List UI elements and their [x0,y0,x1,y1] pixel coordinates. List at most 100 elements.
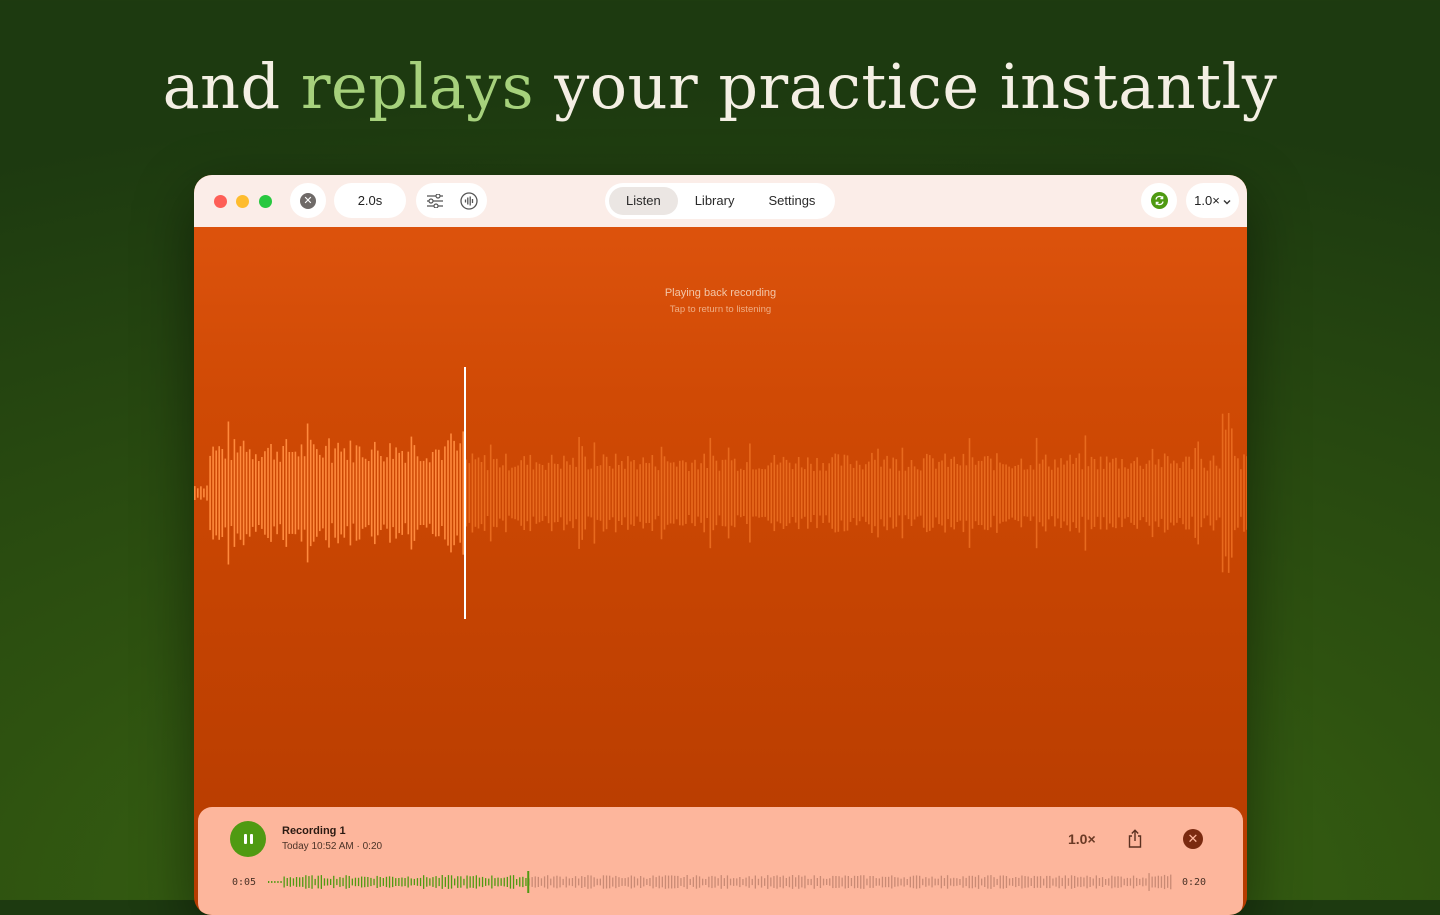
waveform-bar [248,449,251,537]
waveform-bar [605,456,608,530]
scrubber-bar [1160,876,1163,888]
waveform-bar [407,451,410,535]
waveform-bar [581,446,583,540]
scrubber-bar [447,875,450,889]
waveform-circle-icon[interactable] [459,191,478,210]
scrubber-bar [822,878,825,886]
waveform-bar [691,462,693,524]
scrubber-bar [1123,878,1125,886]
scrubber-bar [395,878,397,886]
scrubber-bar [624,878,626,886]
share-button[interactable] [1127,829,1143,854]
waveform-bar [1081,469,1084,517]
scrubber-bar [1074,875,1076,888]
loop-button[interactable] [1141,183,1177,218]
waveform-bar [962,453,965,533]
waveform-bar [316,449,318,537]
minimize-window-button[interactable] [236,195,249,208]
waveform-bar [956,464,959,522]
scrubber-bar [398,878,400,886]
scrubber-bar [919,875,921,889]
waveform-bar [468,463,471,523]
waveform-bar [1109,462,1111,524]
scrubber-bar [971,875,973,889]
waveform-bar [380,456,382,530]
scrubber-bar [677,875,679,888]
scrubber-bar [782,875,784,889]
tools-group [416,183,487,218]
waveform-bar [733,458,736,528]
close-player-button[interactable]: ✕ [1183,829,1203,849]
waveform-bar [462,431,464,555]
waveform-bar [200,486,202,500]
waveform-bar [794,463,797,523]
scrubber-bar [469,876,471,888]
waveform-bar [569,464,571,522]
scrubber-bar [931,876,933,888]
scrubber-bar [1163,874,1166,890]
waveform-bar [1237,458,1239,528]
waveform-bar [682,460,684,526]
waveform-bar [868,461,870,525]
player-speed-button[interactable]: 1.0× [1068,831,1096,847]
playback-status[interactable]: Playing back recording Tap to return to … [194,287,1247,315]
waveform-bar [651,455,654,531]
scrubber-bar [940,875,942,889]
clear-button[interactable]: ✕ [290,183,326,218]
scrubber-bar [1101,877,1104,887]
waveform-bar [1243,454,1245,532]
waveform-bar [1002,464,1004,522]
scrubber-bar [1114,876,1116,888]
waveform-bar [971,457,974,529]
scrubber-bar [745,877,747,887]
waveform-bar [255,454,257,532]
headline-end: your practice instantly [534,50,1278,123]
scrubber-waveform[interactable] [268,871,1173,893]
close-window-button[interactable] [214,195,227,208]
scrubber-bar [798,875,800,889]
speed-dropdown[interactable]: 1.0× [1186,183,1239,218]
scrubber-bar [717,878,719,886]
waveform-bar [282,446,284,540]
app-window: ✕ 2.0s Listen Library Settings 1.0× Play… [194,175,1247,915]
playhead[interactable] [464,367,466,619]
scrubber-bar [903,877,905,887]
waveform-bar [977,460,980,525]
tab-library[interactable]: Library [678,187,752,215]
waveform-bar [1026,469,1029,517]
scrubber-bar [1064,875,1066,889]
waveform-bar [358,446,361,540]
scrubber-bar [937,878,939,886]
pause-button[interactable] [230,821,266,857]
scrubber-bar [915,875,918,889]
waveform-bar [1035,437,1038,549]
scrubber-bar [410,878,412,886]
waveform-bar [1227,413,1230,573]
waveform-bar [1215,465,1218,521]
waveform-bar [642,457,644,529]
waveform-bar [331,462,333,524]
sliders-icon[interactable] [426,193,444,208]
scrubber-bar [847,876,849,888]
scrubber-bar [426,877,428,887]
waveform-bar [297,456,300,530]
scrubber-bar [512,875,515,889]
scrubber-bar [450,875,453,889]
scrubber-bar [351,878,353,886]
scrubber-handle[interactable] [527,871,530,893]
delay-button[interactable]: 2.0s [334,183,406,218]
scrubber-bar [1008,878,1011,886]
scrubber-bar [419,877,422,887]
zoom-window-button[interactable] [259,195,272,208]
scrubber-bar [857,876,859,888]
main-waveform[interactable] [194,355,1247,625]
scrubber-bar [720,875,722,889]
scrubber-bar [537,876,539,887]
waveform-bar [392,458,394,528]
tab-listen[interactable]: Listen [609,187,678,215]
scrubber-bar [463,878,465,886]
tab-settings[interactable]: Settings [751,187,832,215]
waveform-bar [1173,460,1175,526]
scrubber-bar [764,878,766,886]
scrubber-bar [491,875,493,889]
